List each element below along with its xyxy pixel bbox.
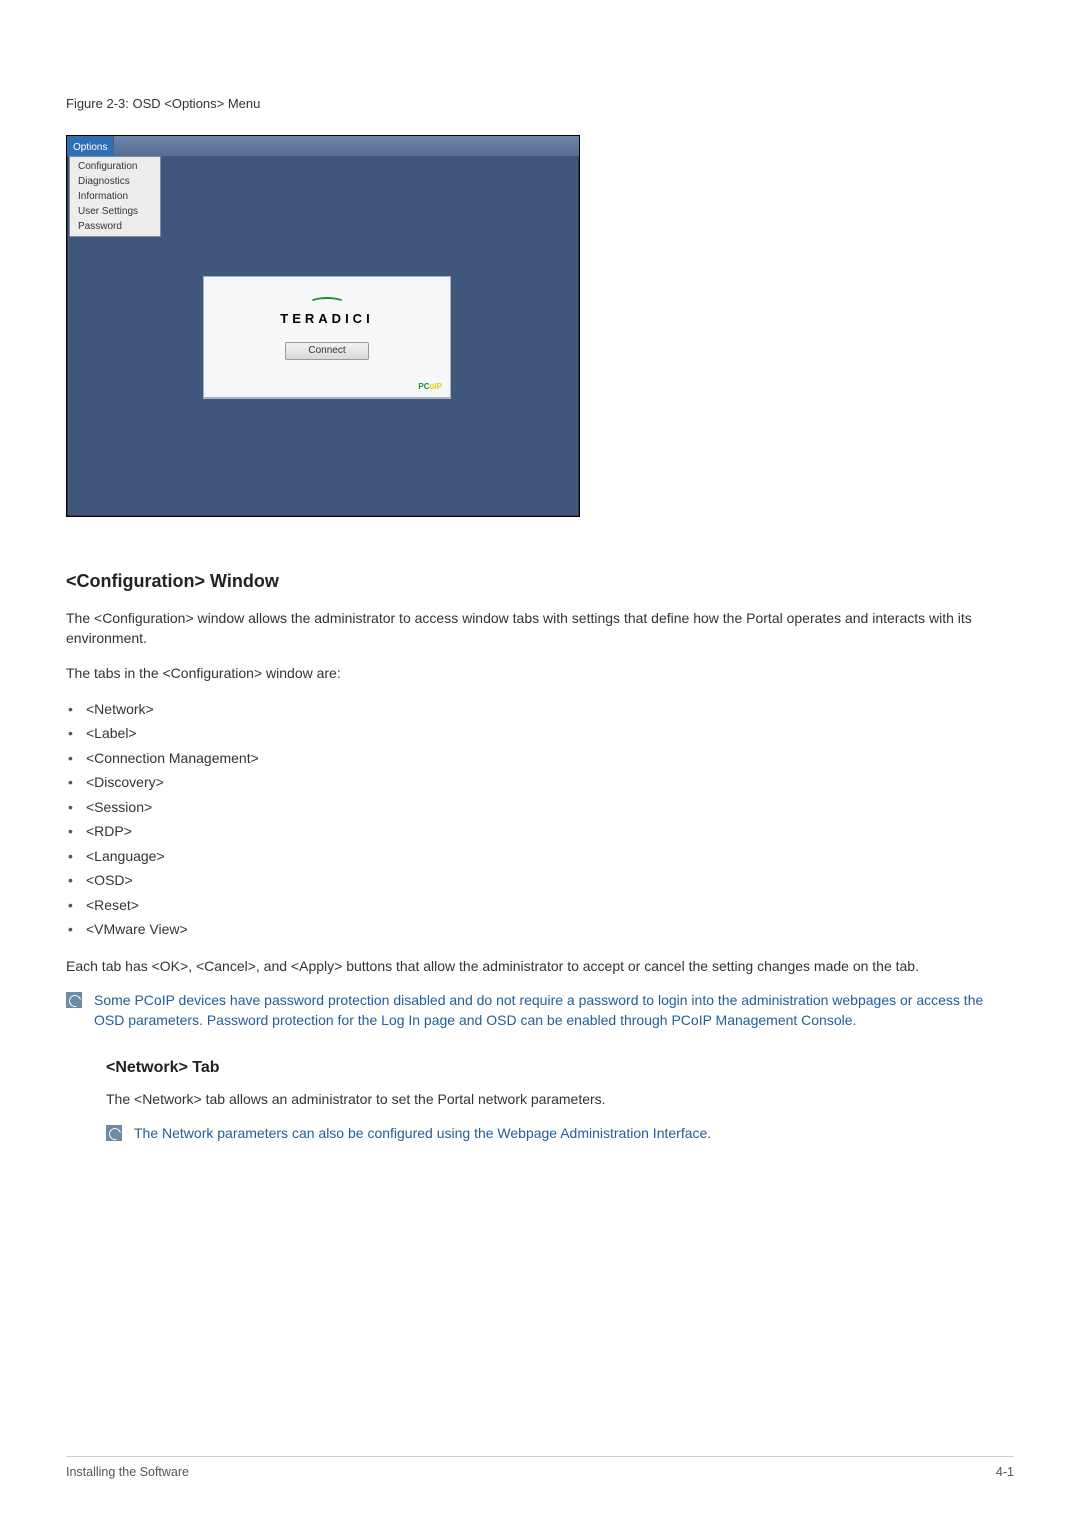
note-icon [106,1125,122,1141]
tab-item-vmware: <VMware View> [66,917,1014,942]
page-footer: Installing the Software 4-1 [66,1456,1014,1479]
tab-item-language: <Language> [66,844,1014,869]
tab-item-label: <Label> [66,721,1014,746]
connect-button[interactable]: Connect [285,342,369,360]
note-text: Some PCoIP devices have password protect… [94,990,1014,1031]
options-dropdown: Configuration Diagnostics Information Us… [69,156,161,237]
options-item-user-settings[interactable]: User Settings [70,204,160,219]
note-password-protection: Some PCoIP devices have password protect… [66,990,1014,1031]
tab-item-reset: <Reset> [66,893,1014,918]
network-tab-para-1: The <Network> tab allows an administrato… [106,1089,1014,1109]
options-item-diagnostics[interactable]: Diagnostics [70,174,160,189]
teradici-arc-icon [309,297,345,309]
tab-item-session: <Session> [66,795,1014,820]
teradici-wordmark: TERADICI [204,311,450,326]
configuration-window-para-2: The tabs in the <Configuration> window a… [66,663,1014,683]
configuration-tabs-list: <Network> <Label> <Connection Management… [66,697,1014,942]
teradici-logo: TERADICI [204,297,450,326]
footer-right: 4-1 [996,1465,1014,1479]
pcoip-badge-suffix: oIP [430,382,442,391]
note-icon [66,992,82,1008]
footer-left: Installing the Software [66,1465,189,1479]
tab-item-connection: <Connection Management> [66,746,1014,771]
configuration-window-para-1: The <Configuration> window allows the ad… [66,608,1014,649]
configuration-window-heading: <Configuration> Window [66,571,1014,592]
options-item-information[interactable]: Information [70,189,160,204]
tab-item-rdp: <RDP> [66,819,1014,844]
tab-item-network: <Network> [66,697,1014,722]
note-network-params: The Network parameters can also be confi… [106,1123,1014,1143]
options-item-configuration[interactable]: Configuration [70,159,160,174]
options-menu-button[interactable]: Options [67,136,114,156]
tab-item-osd: <OSD> [66,868,1014,893]
osd-screenshot: Options Configuration Diagnostics Inform… [66,135,580,517]
network-tab-heading: <Network> Tab [106,1059,1014,1077]
options-item-password[interactable]: Password [70,219,160,234]
pcoip-badge-prefix: PC [418,382,429,391]
figure-caption: Figure 2-3: OSD <Options> Menu [66,96,1014,111]
osd-menubar: Options [67,136,579,156]
pcoip-badge: PCoIP [418,382,442,391]
configuration-window-para-3: Each tab has <OK>, <Cancel>, and <Apply>… [66,956,1014,976]
tab-item-discovery: <Discovery> [66,770,1014,795]
connect-card: TERADICI Connect PCoIP [203,276,451,398]
note-text: The Network parameters can also be confi… [134,1123,711,1143]
